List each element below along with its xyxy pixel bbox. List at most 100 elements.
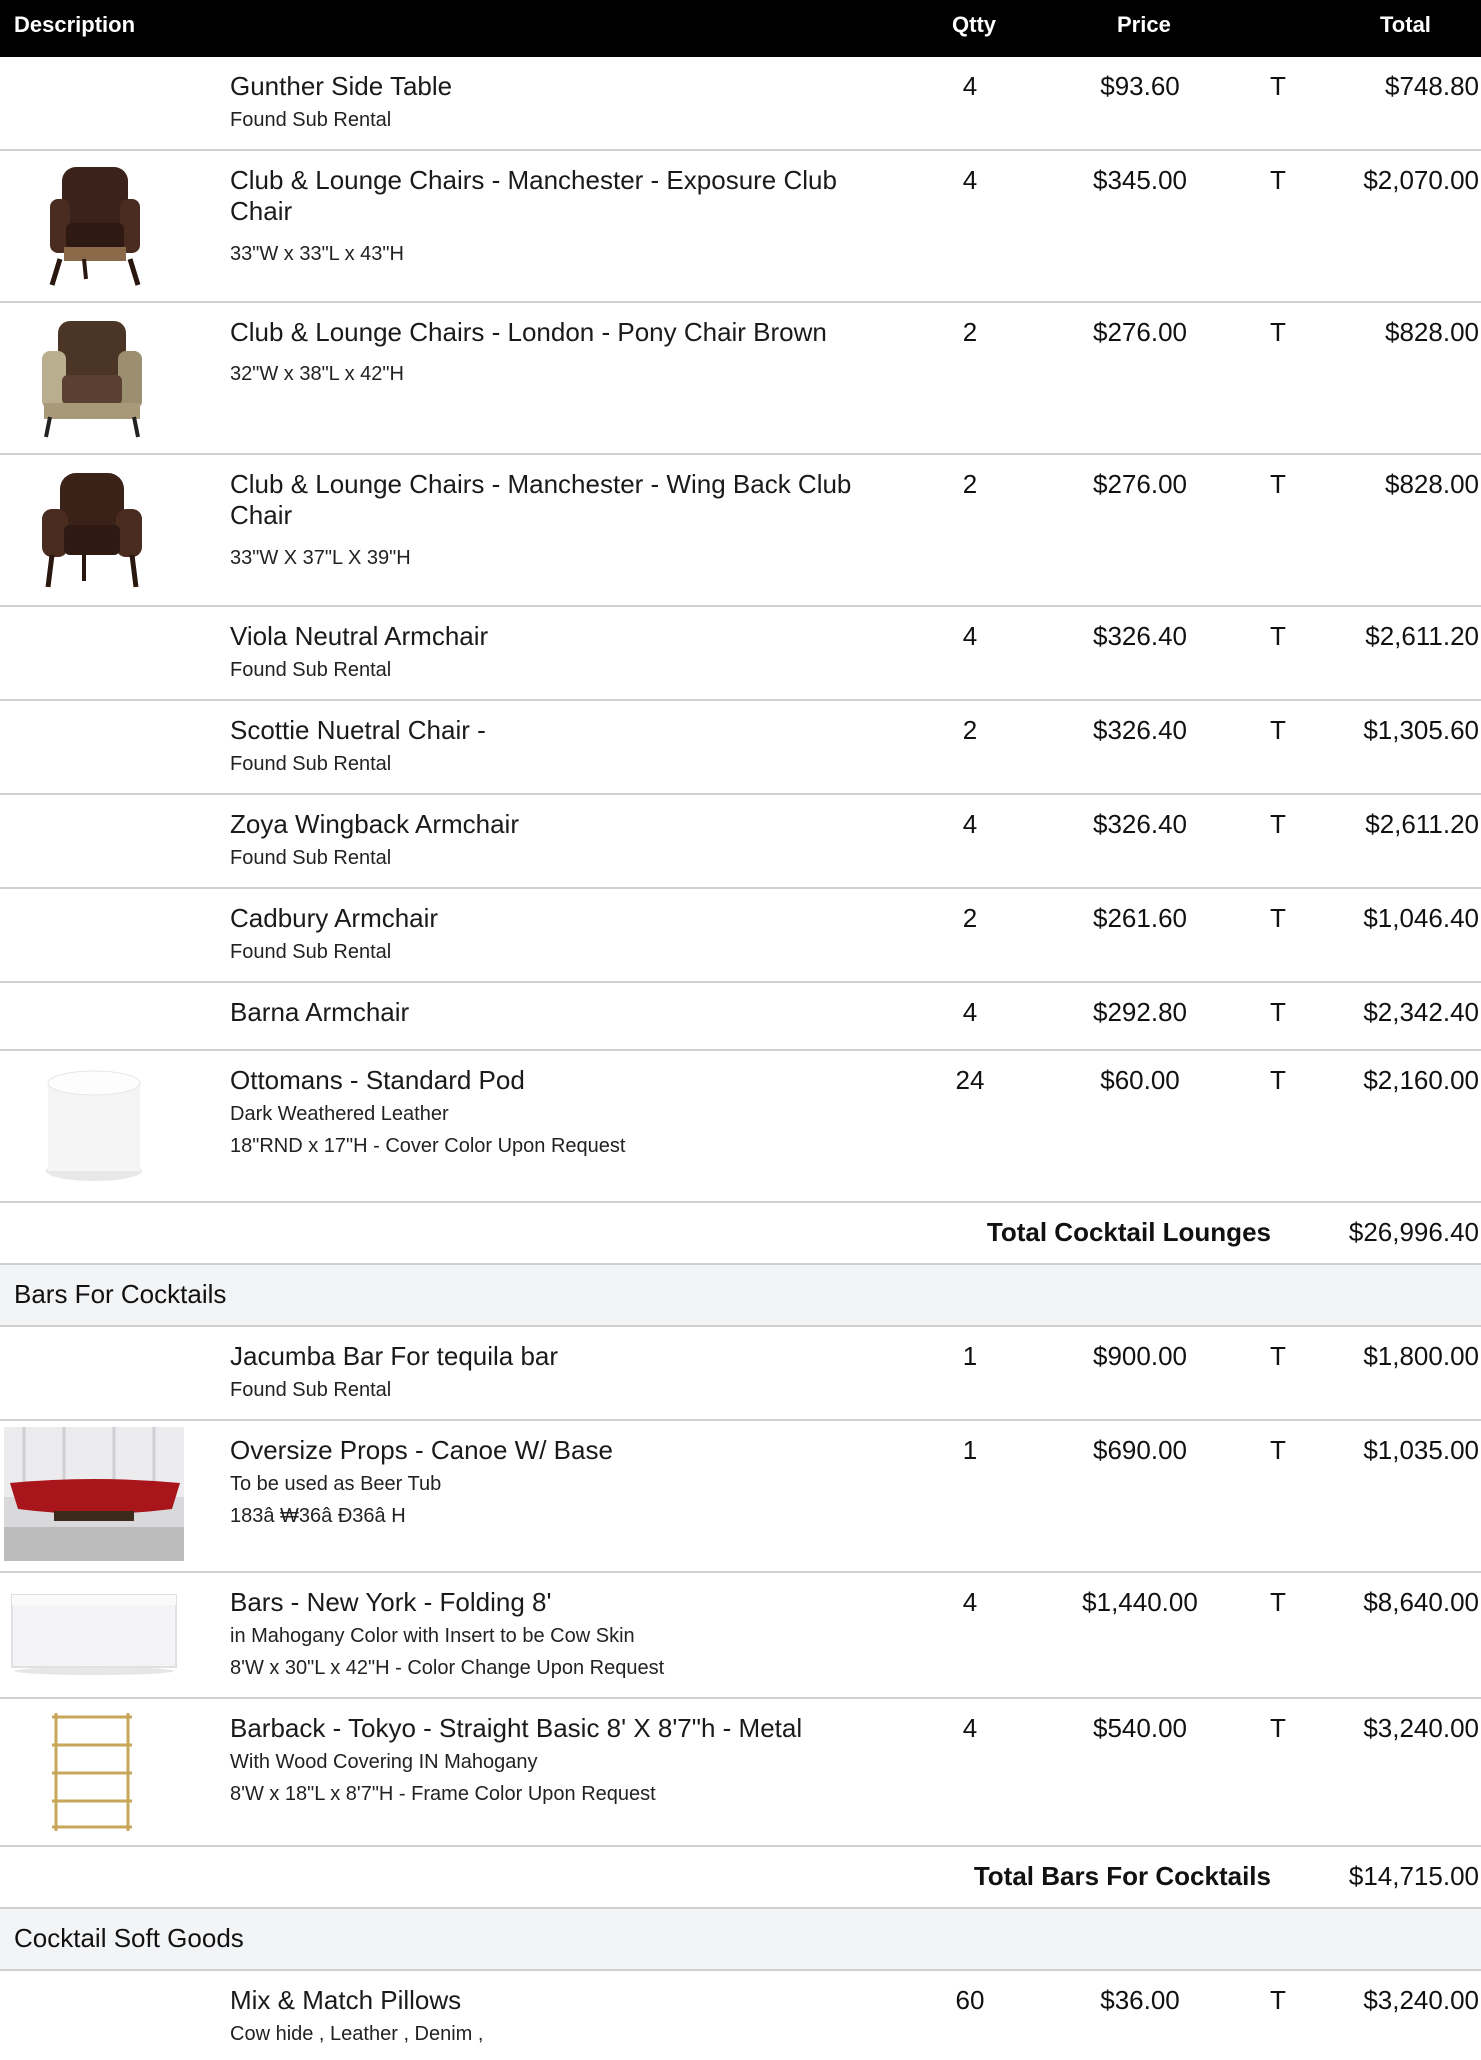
item-detail: Found Sub Rental <box>230 659 392 681</box>
table-row: Mix & Match Pillows Cow hide , Leather ,… <box>0 1971 1481 2060</box>
white-bar-photo <box>8 1587 180 1677</box>
item-price: $1,440.00 <box>1082 1587 1198 1617</box>
header-price: Price <box>1117 12 1171 37</box>
item-title: Club & Lounge Chairs - Manchester - Expo… <box>230 165 837 226</box>
section-total-label: Total Bars For Cocktails <box>973 1861 1271 1891</box>
table-row: Gunther Side Table Found Sub Rental 4 $9… <box>0 57 1481 151</box>
item-price: $345.00 <box>1093 165 1187 195</box>
item-total: $1,046.40 <box>1363 903 1479 933</box>
header-description: Description <box>14 12 136 37</box>
section-total-row: Total Bars For Cocktails $14,715.00 <box>0 1847 1481 1909</box>
section-title: Bars For Cocktails <box>14 1279 227 1309</box>
item-title: Oversize Props - Canoe W/ Base <box>230 1435 613 1465</box>
item-tax-flag: T <box>1270 809 1286 839</box>
item-qty: 2 <box>962 903 978 933</box>
table-row: Club & Lounge Chairs - Manchester - Wing… <box>0 455 1481 607</box>
item-price: $900.00 <box>1093 1341 1187 1371</box>
item-qty: 60 <box>955 1985 985 2015</box>
header-total: Total <box>1380 12 1431 37</box>
section-header: Cocktail Soft Goods <box>0 1909 1481 1971</box>
item-total: $2,611.20 <box>1365 809 1479 839</box>
table-row: Club & Lounge Chairs - Manchester - Expo… <box>0 151 1481 303</box>
red-canoe-photo <box>4 1427 184 1561</box>
item-title: Bars - New York - Folding 8' <box>230 1587 552 1617</box>
section-total-value: $14,715.00 <box>1348 1861 1479 1891</box>
item-tax-flag: T <box>1270 997 1286 1027</box>
item-qty: 4 <box>962 1587 978 1617</box>
item-qty: 1 <box>962 1341 978 1371</box>
white-pod-ottoman-photo <box>40 1067 148 1185</box>
item-price: $326.40 <box>1093 809 1187 839</box>
item-price: $276.00 <box>1093 317 1187 347</box>
item-total: $3,240.00 <box>1363 1985 1479 2015</box>
item-price: $36.00 <box>1100 1985 1180 2015</box>
item-title: Ottomans - Standard Pod <box>230 1065 525 1095</box>
item-qty: 4 <box>962 165 978 195</box>
item-detail: 8'W x 18"L x 8'7"H - Frame Color Upon Re… <box>230 1783 656 1805</box>
item-title: Barback - Tokyo - Straight Basic 8' X 8'… <box>230 1713 803 1743</box>
item-price: $261.60 <box>1093 903 1187 933</box>
item-total: $2,342.40 <box>1363 997 1479 1027</box>
item-title: Cadbury Armchair <box>230 903 439 933</box>
item-price: $540.00 <box>1093 1713 1187 1743</box>
item-title: Viola Neutral Armchair <box>230 621 489 651</box>
item-price: $326.40 <box>1093 621 1187 651</box>
item-price: $292.80 <box>1093 997 1187 1027</box>
item-total: $1,800.00 <box>1363 1341 1479 1371</box>
table-row: Club & Lounge Chairs - London - Pony Cha… <box>0 303 1481 455</box>
item-total: $1,305.60 <box>1363 715 1479 745</box>
item-total: $2,070.00 <box>1363 165 1479 195</box>
table-header: Description Qtty Price Total <box>0 0 1481 57</box>
item-title: Jacumba Bar For tequila bar <box>230 1341 559 1371</box>
item-qty: 4 <box>962 621 978 651</box>
item-detail: Found Sub Rental <box>230 847 392 869</box>
item-tax-flag: T <box>1270 1985 1286 2015</box>
item-title: Zoya Wingback Armchair <box>230 809 519 839</box>
item-title: Club & Lounge Chairs - London - Pony Cha… <box>230 317 827 347</box>
item-detail: 8'W x 30"L x 42"H - Color Change Upon Re… <box>230 1657 665 1679</box>
item-total: $2,160.00 <box>1363 1065 1479 1095</box>
table-row: Jacumba Bar For tequila bar Found Sub Re… <box>0 1327 1481 1421</box>
item-detail: Found Sub Rental <box>230 941 392 963</box>
item-price: $326.40 <box>1093 715 1187 745</box>
table-row: Viola Neutral Armchair Found Sub Rental … <box>0 607 1481 701</box>
section-total-row: Total Cocktail Lounges $26,996.40 <box>0 1203 1481 1265</box>
item-detail: 33"W X 37"L X 39"H <box>230 547 411 569</box>
item-price: $60.00 <box>1100 1065 1180 1095</box>
item-total: $2,611.20 <box>1365 621 1479 651</box>
item-tax-flag: T <box>1270 621 1286 651</box>
table-row: Bars - New York - Folding 8' in Mahogany… <box>0 1573 1481 1699</box>
item-tax-flag: T <box>1270 71 1286 101</box>
table-row: Cadbury Armchair Found Sub Rental 2 $261… <box>0 889 1481 983</box>
item-qty: 4 <box>962 1713 978 1743</box>
item-tax-flag: T <box>1270 1435 1286 1465</box>
item-detail: Found Sub Rental <box>230 109 392 131</box>
item-qty: 2 <box>962 469 978 499</box>
wing-back-chair-photo <box>34 469 150 591</box>
gold-shelf-photo <box>46 1709 138 1835</box>
item-tax-flag: T <box>1270 1587 1286 1617</box>
item-title: Gunther Side Table <box>230 71 453 101</box>
item-total: $748.80 <box>1385 71 1479 101</box>
item-title: Mix & Match Pillows <box>230 1985 462 2015</box>
pony-chair-photo <box>34 317 150 439</box>
item-tax-flag: T <box>1270 317 1286 347</box>
table-row: Ottomans - Standard Pod Dark Weathered L… <box>0 1051 1481 1203</box>
table-row: Barna Armchair 4 $292.80 T $2,342.40 <box>0 983 1481 1051</box>
item-qty: 2 <box>962 715 978 745</box>
item-qty: 2 <box>962 317 978 347</box>
section-total-value: $26,996.40 <box>1348 1217 1479 1247</box>
item-qty: 4 <box>962 997 978 1027</box>
item-qty: 4 <box>962 71 978 101</box>
item-qty: 1 <box>962 1435 978 1465</box>
item-detail: 18"RND x 17"H - Cover Color Upon Request <box>230 1135 626 1157</box>
section-header: Bars For Cocktails <box>0 1265 1481 1327</box>
item-detail: Found Sub Rental <box>230 1379 392 1401</box>
header-qty: Qtty <box>952 12 996 37</box>
item-total: $828.00 <box>1385 469 1479 499</box>
item-tax-flag: T <box>1270 165 1286 195</box>
item-qty: 4 <box>962 809 978 839</box>
item-detail: in Mahogany Color with Insert to be Cow … <box>230 1625 635 1647</box>
item-qty: 24 <box>955 1065 985 1095</box>
item-title: Scottie Nuetral Chair - <box>230 715 486 745</box>
